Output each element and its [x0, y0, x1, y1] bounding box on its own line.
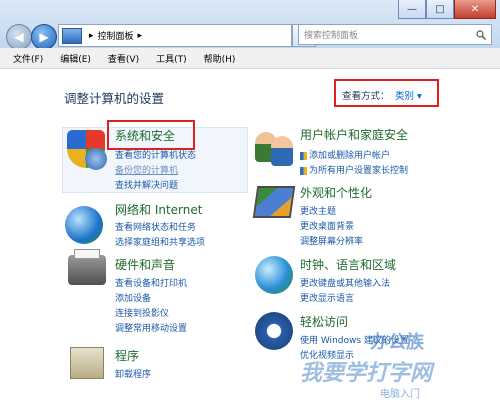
highlight-box-view	[334, 79, 439, 107]
minimize-button[interactable]: —	[398, 0, 426, 19]
link-homegroup[interactable]: 选择家庭组和共享选项	[115, 235, 205, 248]
address-arrow: ▸	[89, 30, 94, 41]
link-mobility-settings[interactable]: 调整常用移动设置	[115, 321, 187, 334]
link-network-status[interactable]: 查看网络状态和任务	[115, 220, 196, 233]
category-user-accounts[interactable]: 用户帐户和家庭安全	[300, 126, 408, 143]
link-view-status[interactable]: 查看您的计算机状态	[115, 148, 196, 161]
link-backup[interactable]: 备份您的计算机	[115, 163, 178, 176]
link-devices-printers[interactable]: 查看设备和打印机	[115, 276, 187, 289]
link-parental-controls[interactable]: 为所有用户设置家长控制	[300, 163, 408, 176]
menu-bar: 文件(F) 编辑(E) 查看(V) 工具(T) 帮助(H)	[0, 48, 500, 69]
control-panel-icon	[62, 27, 82, 44]
watermark-site: 我要学打字网	[300, 361, 433, 386]
link-projector[interactable]: 连接到投影仪	[115, 306, 169, 319]
menu-edit[interactable]: 编辑(E)	[60, 52, 91, 65]
link-resolution[interactable]: 调整屏幕分辨率	[300, 234, 363, 247]
category-programs[interactable]: 程序	[115, 347, 139, 364]
close-button[interactable]: ✕	[454, 0, 496, 19]
forward-button[interactable]: ▶	[31, 24, 57, 50]
link-add-device[interactable]: 添加设备	[115, 291, 151, 304]
address-bar[interactable]: ▸ 控制面板 ▸	[58, 24, 292, 47]
link-uninstall[interactable]: 卸载程序	[115, 367, 151, 380]
menu-file[interactable]: 文件(F)	[13, 52, 43, 65]
menu-tools[interactable]: 工具(T)	[156, 52, 187, 65]
watermark-caption: 电脑入门	[380, 389, 420, 400]
address-chevron[interactable]: ▸	[138, 31, 143, 41]
link-add-remove-users[interactable]: 添加或删除用户帐户	[300, 148, 390, 161]
category-clock-language[interactable]: 时钟、语言和区域	[300, 256, 396, 273]
shield-icon[interactable]	[67, 130, 107, 170]
link-display-language[interactable]: 更改显示语言	[300, 291, 354, 304]
window-controls: — □ ✕	[398, 0, 496, 20]
link-desktop-background[interactable]: 更改桌面背景	[300, 219, 354, 232]
search-icon[interactable]	[476, 29, 486, 40]
printer-icon[interactable]	[68, 249, 106, 285]
back-button[interactable]: ◀	[6, 24, 32, 50]
category-network[interactable]: 网络和 Internet	[115, 201, 202, 218]
highlight-box-system	[107, 120, 195, 150]
link-add-remove-users-text: 添加或删除用户帐户	[309, 151, 391, 161]
users-icon[interactable]	[255, 128, 293, 166]
search-placeholder: 搜索控制面板	[304, 31, 359, 41]
programs-icon[interactable]	[70, 347, 104, 379]
uac-shield-icon	[300, 151, 307, 160]
maximize-button[interactable]: □	[426, 0, 454, 19]
search-input[interactable]: 搜索控制面板	[298, 24, 492, 45]
appearance-monitor-icon[interactable]	[252, 186, 296, 218]
link-parental-controls-text: 为所有用户设置家长控制	[309, 166, 409, 176]
clock-globe-icon[interactable]	[255, 256, 293, 294]
watermark-logo: 办公族	[370, 332, 424, 353]
menu-help[interactable]: 帮助(H)	[204, 52, 236, 65]
address-text: 控制面板	[97, 32, 134, 42]
menu-view[interactable]: 查看(V)	[108, 52, 139, 65]
category-appearance[interactable]: 外观和个性化	[300, 184, 372, 201]
category-ease-of-access[interactable]: 轻松访问	[300, 313, 348, 330]
page-title: 调整计算机的设置	[64, 91, 165, 106]
link-change-theme[interactable]: 更改主题	[300, 204, 336, 217]
network-globe-icon[interactable]	[65, 206, 103, 244]
accessibility-icon[interactable]	[255, 312, 293, 350]
link-troubleshoot[interactable]: 查找并解决问题	[115, 178, 178, 191]
uac-shield-icon	[300, 166, 307, 175]
category-hardware-sound[interactable]: 硬件和声音	[115, 256, 175, 273]
link-input-method[interactable]: 更改键盘或其他输入法	[300, 276, 390, 289]
